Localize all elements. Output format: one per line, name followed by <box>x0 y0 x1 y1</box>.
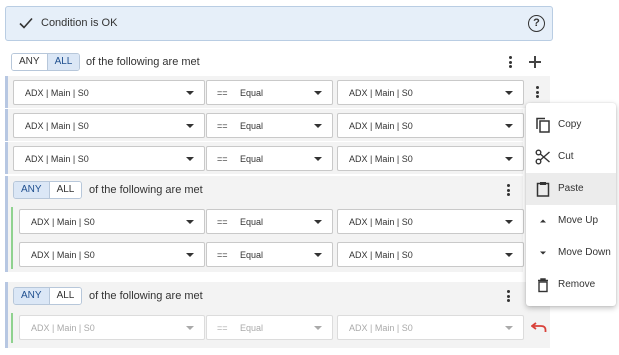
group-menu-icon[interactable] <box>507 182 511 198</box>
status-text: Condition is OK <box>41 17 118 29</box>
all-option[interactable]: ALL <box>46 54 80 70</box>
undo-icon[interactable] <box>531 321 547 333</box>
left-operand-select[interactable]: ADX | Main | S0 <box>19 242 205 267</box>
group-menu-icon[interactable] <box>507 288 511 304</box>
left-operand-select[interactable]: ADX | Main | S0 <box>13 113 205 138</box>
menu-item-move-up[interactable]: Move Up <box>526 205 616 237</box>
operator-select[interactable]: == Equal <box>206 315 333 340</box>
menu-item-remove[interactable]: Remove <box>526 269 616 301</box>
operator-select[interactable]: == Equal <box>206 242 333 267</box>
left-operand-select[interactable]: ADX | Main | S0 <box>13 80 205 105</box>
group-phrase: of the following are met <box>86 56 200 68</box>
condition-row: ADX | Main | S0 == Equal ADX | Main | S0 <box>16 206 524 238</box>
menu-item-move-down[interactable]: Move Down <box>526 237 616 269</box>
nested-group: ANY ALL of the following are met ADX | M… <box>5 176 524 272</box>
arrow-up-icon <box>540 219 546 223</box>
right-operand-select[interactable]: ADX | Main | S0 <box>337 113 524 138</box>
condition-row: ADX | Main | S0 == Equal ADX | Main | S0 <box>5 76 550 108</box>
condition-row: ADX | Main | S0 == Equal ADX | Main | S0 <box>16 239 524 271</box>
row-menu-icon[interactable] <box>536 84 540 100</box>
any-option[interactable]: ANY <box>12 54 47 70</box>
any-option[interactable]: ANY <box>14 288 49 304</box>
menu-item-paste[interactable]: Paste <box>526 173 616 205</box>
left-operand-select[interactable]: ADX | Main | S0 <box>19 209 205 234</box>
all-option[interactable]: ALL <box>48 288 82 304</box>
group-phrase: of the following are met <box>89 184 203 196</box>
any-all-toggle[interactable]: ANY ALL <box>11 53 81 71</box>
menu-item-cut[interactable]: Cut <box>526 141 616 173</box>
right-operand-select[interactable]: ADX | Main | S0 <box>337 146 524 171</box>
condition-status-bar: Condition is OK ? <box>5 6 553 41</box>
operator-select[interactable]: == Equal <box>206 80 333 105</box>
operator-select[interactable]: == Equal <box>206 146 333 171</box>
menu-item-copy[interactable]: Copy <box>526 109 616 141</box>
any-all-toggle[interactable]: ANY ALL <box>13 287 83 305</box>
scissors-icon <box>535 149 550 165</box>
right-operand-select[interactable]: ADX | Main | S0 <box>337 209 524 234</box>
group-menu-icon[interactable] <box>509 54 513 70</box>
right-operand-select[interactable]: ADX | Main | S0 <box>337 315 524 340</box>
condition-row: ADX | Main | S0 == Equal ADX | Main | S0 <box>5 109 524 141</box>
add-condition-icon[interactable] <box>528 55 542 69</box>
condition-row-disabled: ADX | Main | S0 == Equal ADX | Main | S0 <box>16 312 550 344</box>
any-option[interactable]: ANY <box>14 182 49 198</box>
check-icon <box>19 17 33 29</box>
row-context-menu: Copy Cut Paste Move Up Move Down Remove <box>526 103 616 306</box>
any-all-toggle[interactable]: ANY ALL <box>13 181 83 199</box>
arrow-down-icon <box>540 251 546 255</box>
right-operand-select[interactable]: ADX | Main | S0 <box>337 242 524 267</box>
trash-icon <box>538 278 548 293</box>
left-operand-select[interactable]: ADX | Main | S0 <box>13 146 205 171</box>
help-circle-icon[interactable]: ? <box>528 15 545 32</box>
copy-icon <box>536 117 550 133</box>
clipboard-icon <box>536 182 550 197</box>
nested-group: ANY ALL of the following are met ADX | M… <box>5 282 550 348</box>
right-operand-select[interactable]: ADX | Main | S0 <box>337 80 524 105</box>
condition-row: ADX | Main | S0 == Equal ADX | Main | S0 <box>5 142 524 174</box>
left-operand-select[interactable]: ADX | Main | S0 <box>19 315 205 340</box>
all-option[interactable]: ALL <box>48 182 82 198</box>
operator-select[interactable]: == Equal <box>206 113 333 138</box>
operator-select[interactable]: == Equal <box>206 209 333 234</box>
group-phrase: of the following are met <box>89 290 203 302</box>
